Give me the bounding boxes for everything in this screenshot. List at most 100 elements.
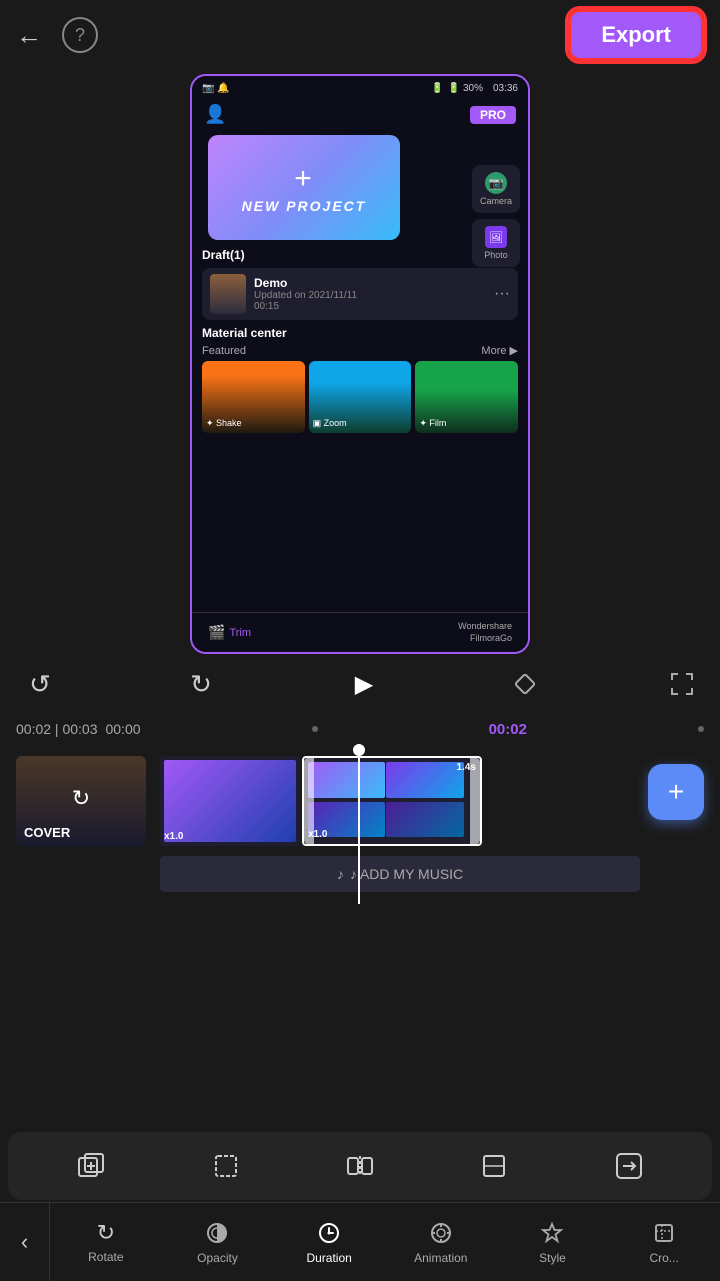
draft-item[interactable]: Demo Updated on 2021/11/11 00:15 ··· bbox=[202, 268, 518, 320]
clip-2-frame-4 bbox=[386, 802, 463, 838]
nav-duration[interactable]: Duration bbox=[299, 1219, 359, 1265]
video-clip-2[interactable]: 1.4s x1.0 bbox=[302, 756, 482, 846]
featured-header: Featured More ▶ bbox=[202, 344, 518, 357]
clip-1-content bbox=[164, 760, 296, 842]
clip-1-frame-1 bbox=[164, 760, 296, 842]
add-music-label: ♪ ADD MY MUSIC bbox=[350, 866, 463, 882]
featured-more[interactable]: More ▶ bbox=[481, 344, 518, 357]
draft-thumbnail bbox=[210, 274, 246, 314]
photo-button[interactable]: 🖼 Photo bbox=[472, 219, 520, 267]
featured-label: Featured bbox=[202, 345, 246, 357]
opacity-label: Opacity bbox=[197, 1251, 238, 1265]
thumb-zoom[interactable]: ▣ Zoom bbox=[309, 361, 412, 433]
trim-tool-button[interactable] bbox=[470, 1142, 518, 1190]
rotate-label: Rotate bbox=[88, 1250, 123, 1264]
undo-button[interactable]: ↺ bbox=[20, 664, 60, 704]
top-bar: ← ? Export bbox=[0, 0, 720, 70]
material-title: Material center bbox=[202, 326, 518, 340]
clip-2-handle-right[interactable] bbox=[470, 758, 480, 844]
back-button[interactable]: ← bbox=[16, 20, 42, 51]
keyframe-button[interactable] bbox=[507, 666, 543, 702]
nav-animation[interactable]: Animation bbox=[411, 1219, 471, 1265]
help-button[interactable]: ? bbox=[62, 17, 98, 53]
video-clip-1[interactable]: x1.0 bbox=[160, 756, 300, 846]
cover-label: COVER bbox=[24, 825, 70, 840]
phone-mockup-container: 📷 🔔 🔋 🔋 30% 03:36 👤 PRO + NEW PROJECT 📷 bbox=[0, 74, 720, 654]
nav-back-button[interactable]: ‹ bbox=[0, 1203, 50, 1281]
timeline-controls: ↺ ↻ ▶ bbox=[0, 654, 720, 714]
phone-status-bar: 📷 🔔 🔋 🔋 30% 03:36 bbox=[192, 76, 528, 100]
top-bar-left: ← ? bbox=[16, 17, 98, 53]
camera-icon: 📷 bbox=[485, 172, 507, 194]
fullscreen-button[interactable] bbox=[664, 666, 700, 702]
photo-label: Photo bbox=[484, 250, 508, 260]
draft-header: Draft(1) More ▶ bbox=[202, 248, 518, 262]
plus-icon: + bbox=[294, 162, 314, 196]
new-project-banner[interactable]: + NEW PROJECT bbox=[208, 135, 400, 240]
copy-tool-button[interactable] bbox=[67, 1142, 115, 1190]
duration-label: Duration bbox=[306, 1251, 351, 1265]
crop-tool-button[interactable] bbox=[202, 1142, 250, 1190]
nav-rotate[interactable]: ↻ Rotate bbox=[76, 1220, 136, 1264]
replace-tool-button[interactable] bbox=[605, 1142, 653, 1190]
cover-clip[interactable]: ↻ COVER bbox=[16, 756, 146, 846]
nav-style[interactable]: Style bbox=[522, 1219, 582, 1265]
material-section: Material center Featured More ▶ ✦ Shake … bbox=[192, 324, 528, 435]
nav-opacity[interactable]: Opacity bbox=[187, 1219, 247, 1265]
clip-2-frame-2 bbox=[386, 762, 463, 798]
rotate-icon: ↻ bbox=[97, 1220, 115, 1246]
crop-nav-svg bbox=[652, 1221, 676, 1245]
copy-icon bbox=[75, 1150, 107, 1182]
redo-button[interactable]: ↻ bbox=[181, 664, 221, 704]
phone-bottom-bar: 🎬 Trim WondershareFilmoraGo bbox=[192, 612, 528, 652]
trim-icon bbox=[478, 1150, 510, 1182]
music-icon: ♪ bbox=[337, 866, 344, 882]
diamond-icon bbox=[511, 670, 539, 698]
phone-main: + NEW PROJECT 📷 Camera 🖼 Photo bbox=[192, 135, 528, 240]
animation-svg bbox=[429, 1221, 453, 1245]
add-clip-button[interactable]: + bbox=[648, 764, 704, 820]
animation-label: Animation bbox=[414, 1251, 467, 1265]
thumb-shake[interactable]: ✦ Shake bbox=[202, 361, 305, 433]
status-right: 🔋 🔋 30% 03:36 bbox=[431, 83, 518, 94]
style-icon bbox=[540, 1219, 564, 1247]
new-project-label: NEW PROJECT bbox=[242, 198, 367, 214]
draft-duration: 00:15 bbox=[254, 301, 486, 312]
draft-options[interactable]: ··· bbox=[494, 285, 510, 303]
duration-icon bbox=[317, 1219, 341, 1247]
camera-label: Camera bbox=[480, 196, 512, 206]
clip-1-speed: x1.0 bbox=[164, 831, 183, 842]
style-svg bbox=[540, 1221, 564, 1245]
split-tool-button[interactable] bbox=[336, 1142, 384, 1190]
video-track: x1.0 1.4s x1.0 bbox=[160, 756, 640, 846]
draft-date: Updated on 2021/11/11 bbox=[254, 290, 486, 301]
bottom-nav: ‹ ↻ Rotate Opacity bbox=[0, 1202, 720, 1280]
status-left-icons: 📷 🔔 bbox=[202, 83, 230, 94]
clip-2-speed: x1.0 bbox=[308, 829, 327, 840]
thumbnails-row: ✦ Shake ▣ Zoom ✦ Film bbox=[202, 361, 518, 433]
pro-badge[interactable]: PRO bbox=[470, 106, 516, 124]
draft-name: Demo bbox=[254, 276, 486, 290]
play-button[interactable]: ▶ bbox=[342, 662, 386, 706]
thumb-film[interactable]: ✦ Film bbox=[415, 361, 518, 433]
battery-icon: 🔋 bbox=[431, 83, 443, 94]
nav-crop[interactable]: Cro... bbox=[634, 1219, 694, 1265]
thumb-film-label: ✦ Film bbox=[419, 418, 446, 429]
export-button[interactable]: Export bbox=[568, 9, 704, 61]
opacity-icon bbox=[205, 1219, 229, 1247]
draft-title: Draft(1) bbox=[202, 248, 245, 262]
ruler-dot-2 bbox=[698, 726, 704, 732]
replace-icon bbox=[613, 1150, 645, 1182]
ruler-current-time: 00:02 bbox=[489, 721, 527, 738]
time-display: 00:02 | 00:03 bbox=[16, 721, 97, 737]
playhead bbox=[358, 744, 360, 904]
split-icon bbox=[344, 1150, 376, 1182]
trim-area[interactable]: 🎬 Trim bbox=[208, 624, 251, 641]
battery-percent: 🔋 30% bbox=[448, 83, 483, 94]
add-music-bar[interactable]: ♪ ♪ ADD MY MUSIC bbox=[160, 856, 640, 892]
time-display: 03:36 bbox=[493, 83, 518, 94]
camera-button[interactable]: 📷 Camera bbox=[472, 165, 520, 213]
cover-rotate-icon: ↻ bbox=[72, 785, 90, 811]
bottom-toolbar bbox=[8, 1132, 712, 1200]
time-ruler: 00:02 | 00:03 00:00 00:02 bbox=[0, 714, 720, 744]
